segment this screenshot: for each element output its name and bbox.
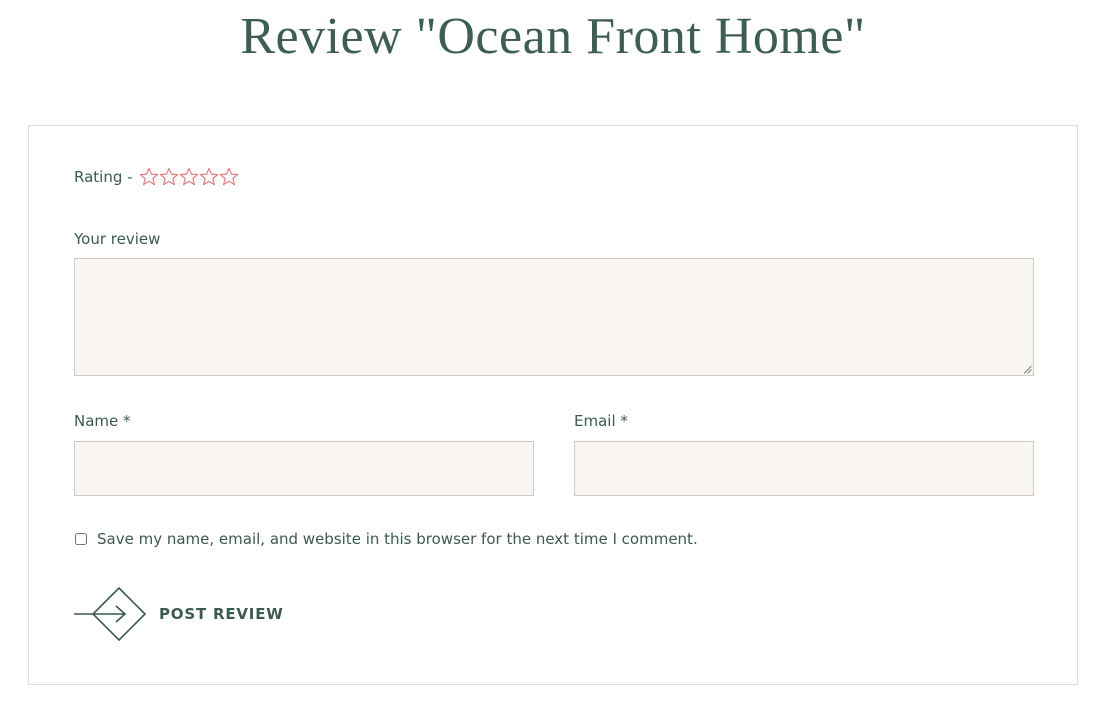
resize-handle-icon[interactable] bbox=[1023, 365, 1032, 374]
post-review-label: POST REVIEW bbox=[159, 605, 284, 623]
email-label: Email * bbox=[574, 412, 628, 430]
post-review-button[interactable]: POST REVIEW bbox=[74, 586, 284, 642]
review-form: Rating - Your review Name * Email * Save… bbox=[28, 125, 1078, 685]
star-5-icon[interactable] bbox=[219, 167, 239, 187]
star-1-icon[interactable] bbox=[139, 167, 159, 187]
save-info-row: Save my name, email, and website in this… bbox=[74, 530, 698, 548]
rating-label: Rating - bbox=[74, 168, 133, 186]
star-3-icon[interactable] bbox=[179, 167, 199, 187]
page-title: Review "Ocean Front Home" bbox=[240, 8, 866, 65]
review-textarea[interactable] bbox=[74, 258, 1034, 376]
review-label: Your review bbox=[74, 230, 161, 248]
email-input[interactable] bbox=[574, 441, 1034, 496]
name-label: Name * bbox=[74, 412, 131, 430]
arrow-diamond-icon bbox=[74, 586, 146, 642]
star-2-icon[interactable] bbox=[159, 167, 179, 187]
save-info-checkbox[interactable] bbox=[75, 533, 87, 545]
save-info-label[interactable]: Save my name, email, and website in this… bbox=[97, 530, 698, 548]
rating-row: Rating - bbox=[74, 164, 239, 190]
star-rating bbox=[139, 167, 239, 187]
star-4-icon[interactable] bbox=[199, 167, 219, 187]
name-input[interactable] bbox=[74, 441, 534, 496]
